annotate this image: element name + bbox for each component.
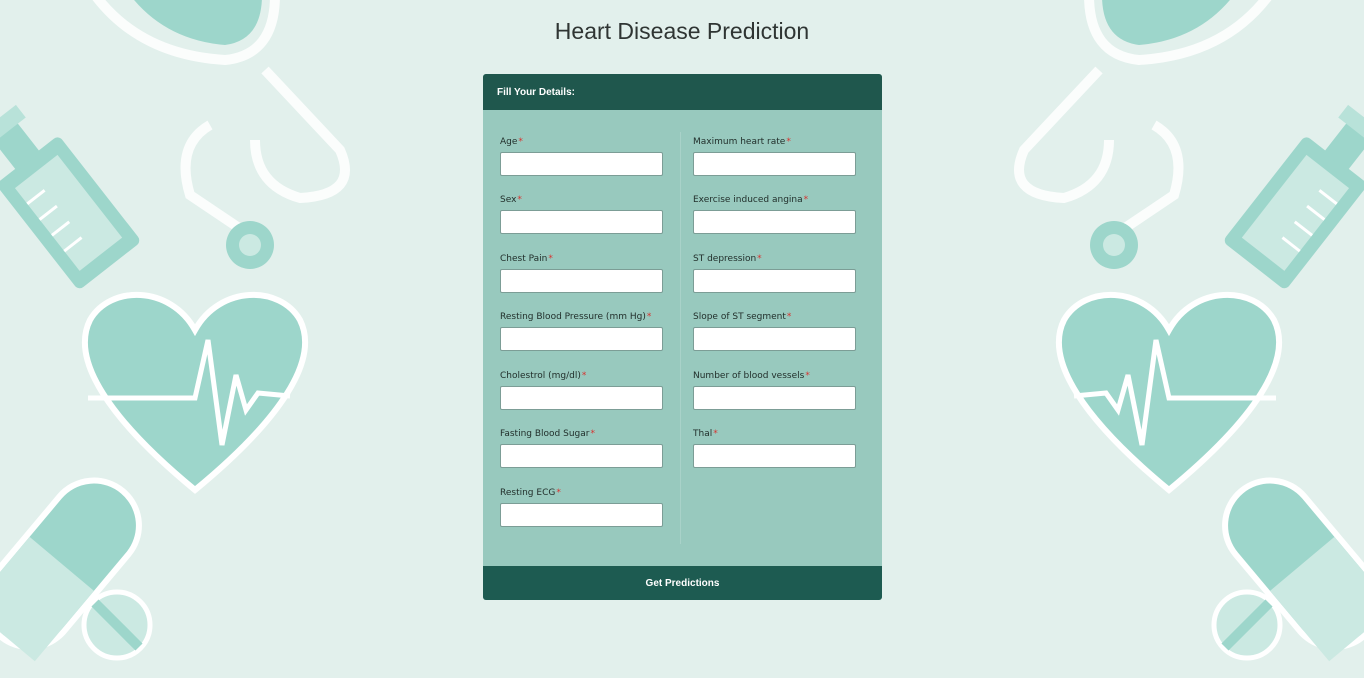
fasting-blood-sugar-input[interactable] bbox=[500, 444, 663, 468]
field-label: Resting ECG* bbox=[500, 488, 561, 498]
field-maximum-heart-rate: Maximum heart rate* bbox=[693, 136, 863, 176]
cholestrol-input[interactable] bbox=[500, 386, 663, 410]
tablet-pill-icon bbox=[1211, 589, 1283, 661]
required-mark: * bbox=[517, 195, 522, 205]
field-exercise-induced-angina: Exercise induced angina* bbox=[693, 194, 863, 234]
field-label: Maximum heart rate* bbox=[693, 137, 791, 147]
field-chest-pain: Chest Pain* bbox=[500, 253, 670, 293]
maximum-heart-rate-input[interactable] bbox=[693, 152, 856, 176]
exercise-induced-angina-input[interactable] bbox=[693, 210, 856, 234]
required-mark: * bbox=[786, 137, 791, 147]
column-divider bbox=[680, 132, 681, 544]
field-label: ST depression* bbox=[693, 254, 762, 264]
st-depression-input[interactable] bbox=[693, 269, 856, 293]
required-mark: * bbox=[548, 254, 553, 264]
required-mark: * bbox=[646, 312, 652, 322]
required-mark: * bbox=[556, 488, 561, 498]
resting-ecg-input[interactable] bbox=[500, 503, 663, 527]
field-number-blood-vessels: Number of blood vessels* bbox=[693, 370, 863, 410]
resting-blood-pressure-input[interactable] bbox=[500, 327, 663, 351]
required-mark: * bbox=[581, 371, 587, 381]
required-mark: * bbox=[590, 429, 595, 439]
field-label: Number of blood vessels* bbox=[693, 371, 810, 381]
field-label: Chest Pain* bbox=[500, 254, 553, 264]
field-label: Resting Blood Pressure (mm Hg)* bbox=[500, 312, 652, 322]
required-mark: * bbox=[805, 371, 810, 381]
field-sex: Sex* bbox=[500, 194, 670, 234]
syringe-icon bbox=[1224, 104, 1364, 289]
get-predictions-button[interactable]: Get Predictions bbox=[483, 566, 882, 600]
syringe-icon bbox=[0, 104, 140, 289]
field-st-depression: ST depression* bbox=[693, 253, 863, 293]
field-resting-ecg: Resting ECG* bbox=[500, 487, 670, 527]
field-resting-blood-pressure: Resting Blood Pressure (mm Hg)* bbox=[500, 311, 670, 351]
field-label: Sex* bbox=[500, 195, 522, 205]
required-mark: * bbox=[803, 195, 809, 205]
field-label: Cholestrol (mg/dl)* bbox=[500, 371, 587, 381]
field-age: Age* bbox=[500, 136, 670, 176]
field-label: Thal* bbox=[693, 429, 718, 439]
thal-input[interactable] bbox=[693, 444, 856, 468]
field-label: Fasting Blood Sugar* bbox=[500, 429, 595, 439]
required-mark: * bbox=[757, 254, 762, 264]
age-input[interactable] bbox=[500, 152, 663, 176]
required-mark: * bbox=[713, 429, 718, 439]
field-label: Age* bbox=[500, 137, 523, 147]
tablet-pill-icon bbox=[81, 589, 153, 661]
field-label: Slope of ST segment* bbox=[693, 312, 792, 322]
field-slope-st-segment: Slope of ST segment* bbox=[693, 311, 863, 351]
field-thal: Thal* bbox=[693, 428, 863, 468]
left-decor bbox=[0, 0, 350, 662]
heart-pulse-icon bbox=[1055, 291, 1283, 494]
field-fasting-blood-sugar: Fasting Blood Sugar* bbox=[500, 428, 670, 468]
form-header: Fill Your Details: bbox=[483, 74, 882, 110]
field-label: Exercise induced angina* bbox=[693, 195, 809, 205]
number-blood-vessels-input[interactable] bbox=[693, 386, 856, 410]
required-mark: * bbox=[786, 312, 792, 322]
required-mark: * bbox=[518, 137, 523, 147]
right-decor bbox=[1014, 0, 1364, 662]
chest-pain-input[interactable] bbox=[500, 269, 663, 293]
slope-st-segment-input[interactable] bbox=[693, 327, 856, 351]
field-cholestrol: Cholestrol (mg/dl)* bbox=[500, 370, 670, 410]
page-title: Heart Disease Prediction bbox=[554, 18, 810, 44]
sex-input[interactable] bbox=[500, 210, 663, 234]
heart-pulse-icon bbox=[81, 291, 309, 494]
prediction-form: Fill Your Details: Age* Sex* Chest Pain*… bbox=[483, 74, 882, 600]
